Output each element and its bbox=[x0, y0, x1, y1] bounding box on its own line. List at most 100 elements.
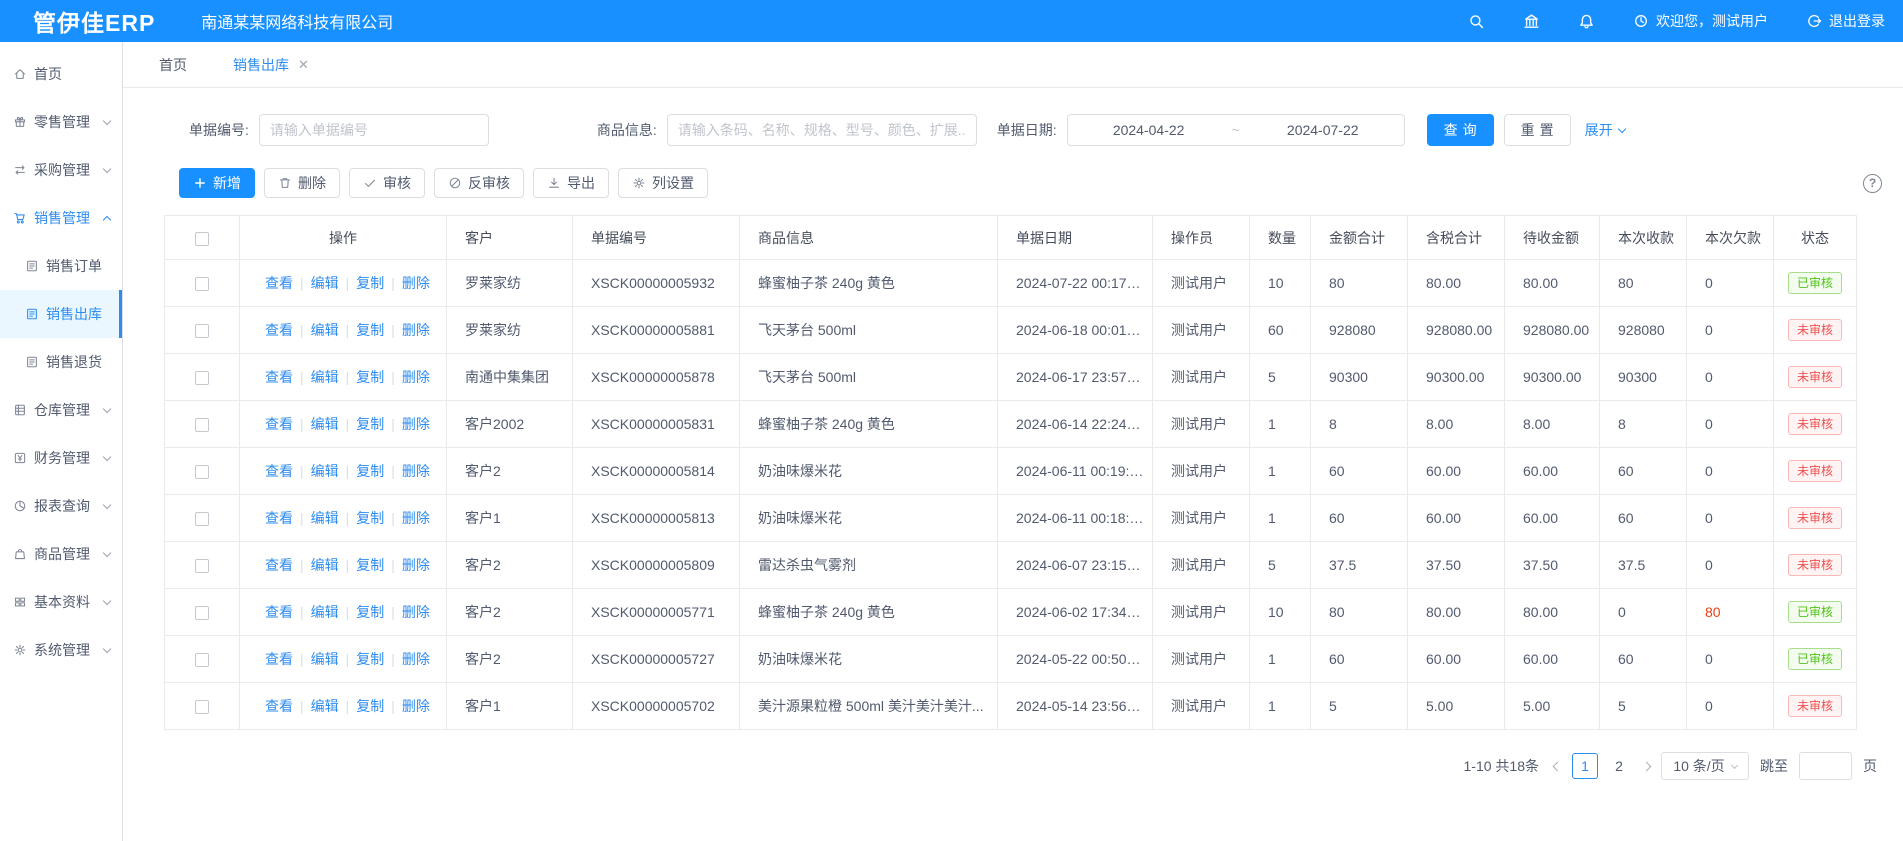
edit-link[interactable]: 编辑 bbox=[311, 604, 339, 620]
sidebar-item-basic-data[interactable]: 基本资料 bbox=[0, 578, 122, 626]
organization-icon[interactable] bbox=[1523, 13, 1540, 30]
search-icon[interactable] bbox=[1468, 13, 1485, 30]
view-link[interactable]: 查看 bbox=[265, 463, 293, 479]
tab-sales-outbound[interactable]: 销售出库✕ bbox=[233, 55, 309, 75]
delete-link[interactable]: 删除 bbox=[402, 369, 430, 385]
add-button[interactable]: 新增 bbox=[179, 168, 255, 198]
sidebar-item-home[interactable]: 首页 bbox=[0, 50, 122, 98]
delete-button[interactable]: 删除 bbox=[264, 168, 340, 198]
view-link[interactable]: 查看 bbox=[265, 510, 293, 526]
delete-link[interactable]: 删除 bbox=[402, 604, 430, 620]
reset-button[interactable]: 重置 bbox=[1504, 114, 1571, 146]
sidebar-item-sales-order[interactable]: 销售订单 bbox=[0, 242, 122, 290]
unaudit-button[interactable]: 反审核 bbox=[434, 168, 524, 198]
edit-link[interactable]: 编辑 bbox=[311, 322, 339, 338]
page-size-select[interactable]: 10 条/页 bbox=[1661, 752, 1749, 780]
edit-link[interactable]: 编辑 bbox=[311, 416, 339, 432]
product-info-input[interactable] bbox=[667, 114, 977, 146]
copy-link[interactable]: 复制 bbox=[356, 416, 384, 432]
close-icon[interactable]: ✕ bbox=[298, 58, 309, 71]
sidebar-item-finance[interactable]: 财务管理 bbox=[0, 434, 122, 482]
copy-link[interactable]: 复制 bbox=[356, 322, 384, 338]
edit-link[interactable]: 编辑 bbox=[311, 463, 339, 479]
jump-page-input[interactable] bbox=[1799, 752, 1852, 780]
row-checkbox[interactable] bbox=[195, 371, 209, 385]
edit-link[interactable]: 编辑 bbox=[311, 275, 339, 291]
date-start[interactable]: 2024-04-22 bbox=[1068, 122, 1230, 138]
sidebar-item-purchase[interactable]: 采购管理 bbox=[0, 146, 122, 194]
prev-page-icon[interactable] bbox=[1553, 761, 1563, 771]
view-link[interactable]: 查看 bbox=[265, 698, 293, 714]
view-link[interactable]: 查看 bbox=[265, 275, 293, 291]
view-link[interactable]: 查看 bbox=[265, 604, 293, 620]
copy-link[interactable]: 复制 bbox=[356, 275, 384, 291]
tab-home[interactable]: 首页 bbox=[159, 55, 187, 75]
view-link[interactable]: 查看 bbox=[265, 322, 293, 338]
row-checkbox[interactable] bbox=[195, 653, 209, 667]
copy-link[interactable]: 复制 bbox=[356, 698, 384, 714]
sidebar-item-product[interactable]: 商品管理 bbox=[0, 530, 122, 578]
received-cell: 0 bbox=[1600, 589, 1687, 636]
delete-link[interactable]: 删除 bbox=[402, 322, 430, 338]
delete-link[interactable]: 删除 bbox=[402, 416, 430, 432]
edit-link[interactable]: 编辑 bbox=[311, 698, 339, 714]
sidebar-item-report[interactable]: 报表查询 bbox=[0, 482, 122, 530]
sidebar-item-sales-return[interactable]: 销售退货 bbox=[0, 338, 122, 386]
select-all-checkbox[interactable] bbox=[195, 232, 209, 246]
sidebar-item-sales[interactable]: 销售管理 bbox=[0, 194, 122, 242]
qty-cell: 1 bbox=[1250, 683, 1311, 730]
delete-link[interactable]: 删除 bbox=[402, 698, 430, 714]
logout-button[interactable]: 退出登录 bbox=[1806, 11, 1885, 31]
order-no-cell: XSCK00000005702 bbox=[573, 683, 740, 730]
sidebar-item-system[interactable]: 系统管理 bbox=[0, 626, 122, 674]
sidebar-item-label: 仓库管理 bbox=[34, 400, 90, 420]
row-checkbox[interactable] bbox=[195, 559, 209, 573]
row-checkbox[interactable] bbox=[195, 512, 209, 526]
delete-link[interactable]: 删除 bbox=[402, 557, 430, 573]
copy-link[interactable]: 复制 bbox=[356, 651, 384, 667]
view-link[interactable]: 查看 bbox=[265, 651, 293, 667]
sidebar-item-sales-outbound[interactable]: 销售出库 bbox=[0, 290, 122, 338]
delete-link[interactable]: 删除 bbox=[402, 275, 430, 291]
copy-link[interactable]: 复制 bbox=[356, 557, 384, 573]
welcome-user[interactable]: 欢迎您，测试用户 bbox=[1633, 11, 1768, 31]
date-end[interactable]: 2024-07-22 bbox=[1242, 122, 1404, 138]
edit-link[interactable]: 编辑 bbox=[311, 369, 339, 385]
order-no-input[interactable] bbox=[259, 114, 489, 146]
delete-link[interactable]: 删除 bbox=[402, 651, 430, 667]
row-checkbox[interactable] bbox=[195, 465, 209, 479]
row-checkbox[interactable] bbox=[195, 277, 209, 291]
export-button[interactable]: 导出 bbox=[533, 168, 609, 198]
date-range-picker[interactable]: 2024-04-22 ~ 2024-07-22 bbox=[1067, 114, 1405, 146]
copy-link[interactable]: 复制 bbox=[356, 510, 384, 526]
expand-link[interactable]: 展开 bbox=[1585, 120, 1625, 140]
audit-button[interactable]: 审核 bbox=[349, 168, 425, 198]
page-number-1[interactable]: 1 bbox=[1572, 753, 1598, 779]
notification-bell-icon[interactable] bbox=[1578, 13, 1595, 30]
actions-cell: 查看|编辑|复制|删除 bbox=[240, 260, 447, 307]
row-checkbox[interactable] bbox=[195, 606, 209, 620]
view-link[interactable]: 查看 bbox=[265, 369, 293, 385]
row-checkbox[interactable] bbox=[195, 418, 209, 432]
view-link[interactable]: 查看 bbox=[265, 416, 293, 432]
sidebar-item-warehouse[interactable]: 仓库管理 bbox=[0, 386, 122, 434]
column-settings-button[interactable]: 列设置 bbox=[618, 168, 708, 198]
table-row: 查看|编辑|复制|删除客户2XSCK00000005809雷达杀虫气雾剂2024… bbox=[165, 542, 1857, 589]
search-button[interactable]: 查询 bbox=[1427, 114, 1494, 146]
tax-total-cell: 80.00 bbox=[1408, 260, 1505, 307]
delete-link[interactable]: 删除 bbox=[402, 463, 430, 479]
copy-link[interactable]: 复制 bbox=[356, 604, 384, 620]
copy-link[interactable]: 复制 bbox=[356, 369, 384, 385]
sidebar-item-retail[interactable]: 零售管理 bbox=[0, 98, 122, 146]
page-number-2[interactable]: 2 bbox=[1606, 753, 1632, 779]
help-icon[interactable]: ? bbox=[1863, 174, 1882, 193]
edit-link[interactable]: 编辑 bbox=[311, 557, 339, 573]
row-checkbox[interactable] bbox=[195, 700, 209, 714]
edit-link[interactable]: 编辑 bbox=[311, 510, 339, 526]
next-page-icon[interactable] bbox=[1642, 761, 1652, 771]
view-link[interactable]: 查看 bbox=[265, 557, 293, 573]
row-checkbox[interactable] bbox=[195, 324, 209, 338]
copy-link[interactable]: 复制 bbox=[356, 463, 384, 479]
delete-link[interactable]: 删除 bbox=[402, 510, 430, 526]
edit-link[interactable]: 编辑 bbox=[311, 651, 339, 667]
